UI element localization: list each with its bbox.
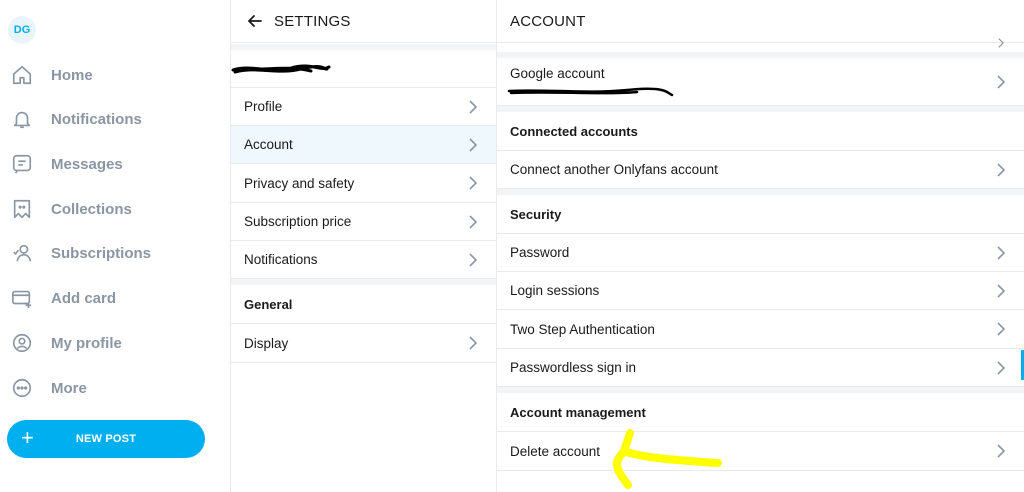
nav-label: Add card xyxy=(51,289,117,307)
chevron-right-icon xyxy=(469,99,478,114)
row-label: Display xyxy=(244,335,289,351)
row-label: Privacy and safety xyxy=(244,175,355,191)
account-item-connect-another[interactable]: Connect another Onlyfans account xyxy=(497,151,1024,189)
chevron-right-icon xyxy=(997,245,1006,260)
nav-label: Messages xyxy=(51,155,123,173)
nav-label: Subscriptions xyxy=(51,244,152,262)
subscriptions-icon xyxy=(10,241,34,265)
section-label: Security xyxy=(510,206,562,222)
message-icon xyxy=(10,152,34,176)
settings-item-subscription-price[interactable]: Subscription price xyxy=(231,203,496,241)
nav-label: Collections xyxy=(51,200,132,218)
section-label: Connected accounts xyxy=(510,123,638,139)
chevron-right-icon xyxy=(997,322,1006,336)
account-column: ACCOUNT Google account Connected account… xyxy=(497,0,1024,492)
row-label: Passwordless sign in xyxy=(510,360,637,375)
chevron-right-icon xyxy=(469,252,478,267)
nav-item-add-card[interactable]: Add card xyxy=(0,278,231,318)
row-label: Password xyxy=(510,245,570,260)
nav-label: Home xyxy=(51,66,93,84)
nav-item-collections[interactable]: Collections xyxy=(0,189,231,229)
row-label: Two Step Authentication xyxy=(510,321,655,337)
nav-item-more[interactable]: More xyxy=(0,368,231,408)
section-label: General xyxy=(244,296,293,312)
nav-label: More xyxy=(51,379,87,397)
row-label: Login sessions xyxy=(510,283,600,298)
settings-item-privacy[interactable]: Privacy and safety xyxy=(231,164,496,203)
chevron-right-icon xyxy=(469,137,478,152)
more-icon xyxy=(10,376,34,400)
section-title-management: Account management xyxy=(497,393,1024,432)
section-title-security: Security xyxy=(497,195,1024,234)
row-label: Notifications xyxy=(244,252,318,267)
account-header: ACCOUNT xyxy=(497,0,1024,43)
nav-item-my-profile[interactable]: My profile xyxy=(0,323,231,363)
home-icon xyxy=(10,63,34,87)
scrolled-row[interactable] xyxy=(497,38,1024,52)
settings-column: SETTINGS Profile Account Privacy and saf… xyxy=(231,0,497,492)
chevron-right-icon xyxy=(998,38,1004,48)
sidebar: DG Home Notifications Messages Collectio… xyxy=(0,0,231,492)
chevron-right-icon xyxy=(997,74,1006,89)
account-item-passwordless[interactable]: Passwordless sign in xyxy=(497,349,1024,387)
page-title: ACCOUNT xyxy=(510,12,586,30)
chevron-right-icon xyxy=(997,360,1006,375)
chevron-right-icon xyxy=(469,336,478,350)
account-item-two-step[interactable]: Two Step Authentication xyxy=(497,310,1024,349)
row-label: Delete account xyxy=(510,443,601,459)
nav-label: Notifications xyxy=(51,110,142,128)
nav-item-subscriptions[interactable]: Subscriptions xyxy=(0,233,231,273)
new-post-button[interactable]: + NEW POST xyxy=(7,420,205,458)
new-post-label: NEW POST xyxy=(75,433,137,445)
chevron-right-icon xyxy=(469,214,478,229)
section-label: Account management xyxy=(510,404,646,420)
row-label: Subscription price xyxy=(244,214,352,229)
nav-item-messages[interactable]: Messages xyxy=(0,144,231,184)
section-title-general: General xyxy=(231,285,496,324)
card-icon xyxy=(10,286,34,310)
settings-item-account[interactable]: Account xyxy=(231,126,496,164)
account-item-google[interactable]: Google account xyxy=(497,58,1024,106)
chevron-right-icon xyxy=(469,176,478,190)
back-arrow-icon[interactable] xyxy=(245,11,265,31)
profile-icon xyxy=(10,331,34,355)
account-item-delete[interactable]: Delete account xyxy=(497,432,1024,471)
collections-icon xyxy=(10,197,34,221)
nav-label: My profile xyxy=(51,334,122,352)
row-label: Connect another Onlyfans account xyxy=(510,162,718,177)
chevron-right-icon xyxy=(997,283,1006,298)
page-title: SETTINGS xyxy=(274,12,351,30)
row-label: Profile xyxy=(244,99,283,114)
avatar[interactable]: DG xyxy=(8,16,36,44)
chevron-right-icon xyxy=(997,162,1006,177)
row-label: Account xyxy=(244,137,293,152)
redaction-scribble xyxy=(507,87,674,97)
settings-item-display[interactable]: Display xyxy=(231,324,496,363)
row-label: Google account xyxy=(510,66,605,81)
account-item-password[interactable]: Password xyxy=(497,234,1024,272)
settings-item-notifications[interactable]: Notifications xyxy=(231,241,496,279)
username-row xyxy=(231,50,496,88)
settings-item-profile[interactable]: Profile xyxy=(231,88,496,126)
redaction-scribble xyxy=(231,64,331,74)
bell-icon xyxy=(10,107,34,131)
nav-item-notifications[interactable]: Notifications xyxy=(0,99,231,139)
nav-item-home[interactable]: Home xyxy=(0,55,231,95)
account-item-login-sessions[interactable]: Login sessions xyxy=(497,272,1024,310)
chevron-right-icon xyxy=(997,444,1006,458)
settings-header: SETTINGS xyxy=(231,0,496,43)
section-title-connected: Connected accounts xyxy=(497,112,1024,151)
